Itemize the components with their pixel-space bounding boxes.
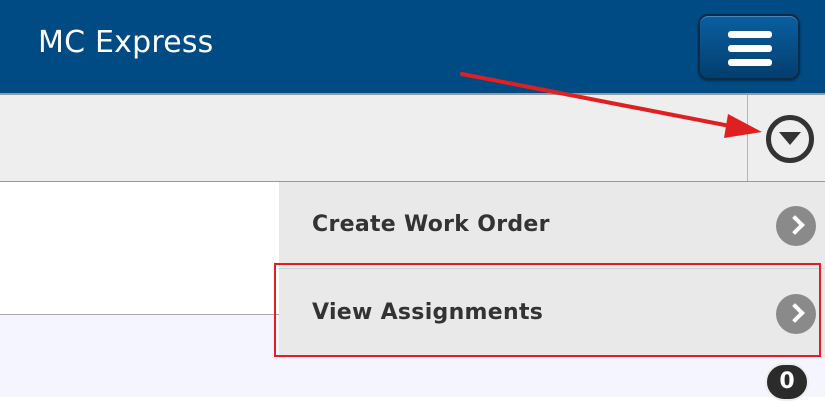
- annotation-arrow: [460, 72, 762, 138]
- annotation-arrow-line: [460, 72, 737, 129]
- annotation-arrow-head: [724, 114, 762, 138]
